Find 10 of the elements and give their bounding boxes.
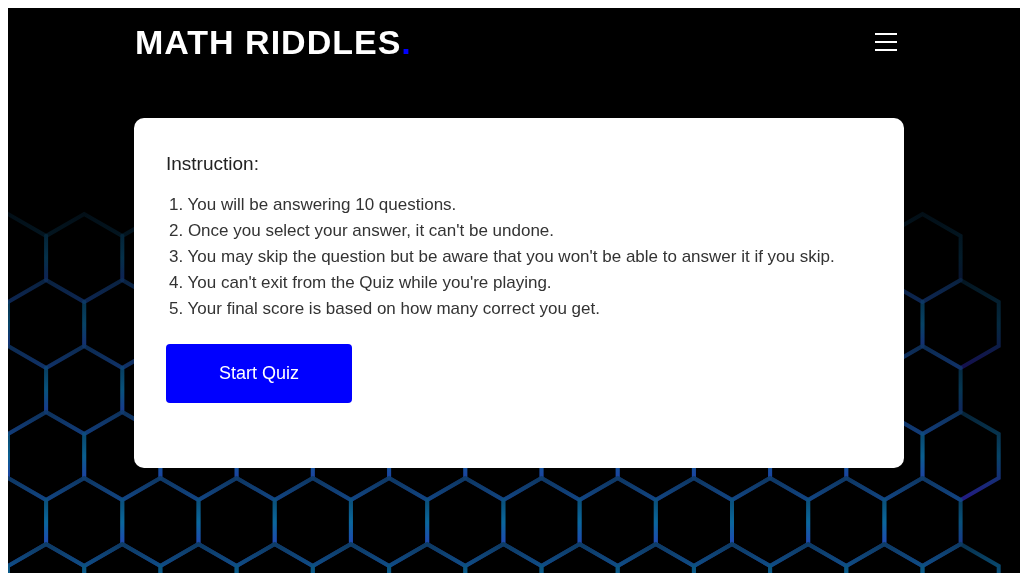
instruction-heading: Instruction: [166, 152, 260, 176]
start-quiz-button[interactable]: Start Quiz [166, 344, 352, 403]
instruction-item: 2. Once you select your answer, it can't be undone. [168, 220, 556, 242]
menu-icon[interactable] [874, 32, 898, 52]
instruction-item: 4. You can't exit from the Quiz while you're playing. [168, 272, 553, 294]
instruction-item: 3. You may skip the question but be aware that you won't be able to answer it if you skip. [168, 246, 836, 268]
logo-dot: . [401, 23, 412, 61]
instruction-item: 5. Your final score is based on how many correct you get. [168, 298, 601, 320]
instruction-item: 1. You will be answering 10 questions. [168, 194, 458, 216]
site-logo[interactable]: MATH RIDDLES [135, 23, 402, 61]
